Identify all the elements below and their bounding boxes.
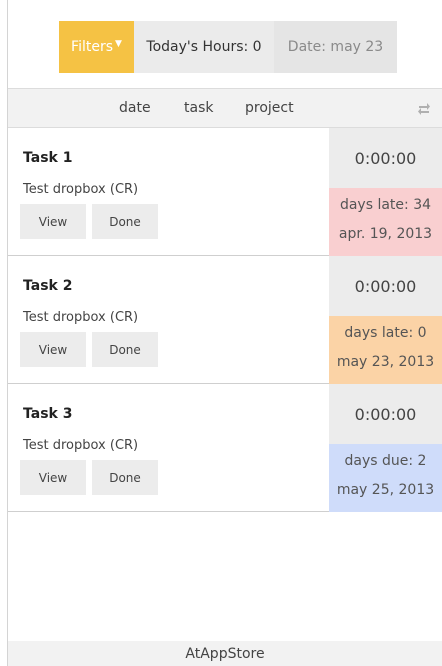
view-button[interactable]: View <box>20 460 86 495</box>
refresh-icon[interactable] <box>416 99 432 117</box>
due-date: may 25, 2013 <box>336 482 435 498</box>
done-button[interactable]: Done <box>92 332 158 367</box>
task-status: days due: 2 may 25, 2013 <box>329 444 442 512</box>
filters-button[interactable]: Filters ▼ <box>59 21 134 73</box>
task-status: days late: 0 may 23, 2013 <box>329 316 442 384</box>
task-project: Test dropbox (CR) <box>23 182 139 197</box>
toolbar: Filters ▼ Today's Hours: 0 Date: may 23 <box>59 21 397 73</box>
due-date: may 23, 2013 <box>336 354 435 370</box>
status-text: days due: 2 <box>344 453 427 469</box>
task-status: days late: 34 apr. 19, 2013 <box>329 188 442 256</box>
filters-label: Filters <box>71 39 114 55</box>
view-button[interactable]: View <box>20 332 86 367</box>
caret-down-icon: ▼ <box>115 39 122 49</box>
task-timer[interactable]: 0:00:00 <box>329 128 442 188</box>
date-display: Date: may 23 <box>274 21 397 73</box>
status-text: days late: 34 <box>339 197 432 213</box>
done-button[interactable]: Done <box>92 204 158 239</box>
task-title[interactable]: Task 1 <box>23 150 72 166</box>
due-date: apr. 19, 2013 <box>338 226 433 242</box>
sort-task[interactable]: task <box>184 100 213 116</box>
status-text: days late: 0 <box>344 325 427 341</box>
task-title[interactable]: Task 2 <box>23 278 72 294</box>
task-timer[interactable]: 0:00:00 <box>329 256 442 316</box>
footer: AtAppStore <box>8 641 442 666</box>
todays-hours: Today's Hours: 0 <box>134 21 274 73</box>
view-button[interactable]: View <box>20 204 86 239</box>
task-project: Test dropbox (CR) <box>23 310 139 325</box>
task-timer[interactable]: 0:00:00 <box>329 384 442 444</box>
done-button[interactable]: Done <box>92 460 158 495</box>
task-title[interactable]: Task 3 <box>23 406 72 422</box>
sort-bar: date task project <box>8 88 442 128</box>
sort-date[interactable]: date <box>119 100 151 116</box>
task-project: Test dropbox (CR) <box>23 438 139 453</box>
task-row: Task 2 Test dropbox (CR) View Done 0:00:… <box>8 256 442 384</box>
task-row: Task 1 Test dropbox (CR) View Done 0:00:… <box>8 128 442 256</box>
task-row: Task 3 Test dropbox (CR) View Done 0:00:… <box>8 384 442 512</box>
sort-project[interactable]: project <box>245 100 294 116</box>
footer-label: AtAppStore <box>185 645 265 662</box>
